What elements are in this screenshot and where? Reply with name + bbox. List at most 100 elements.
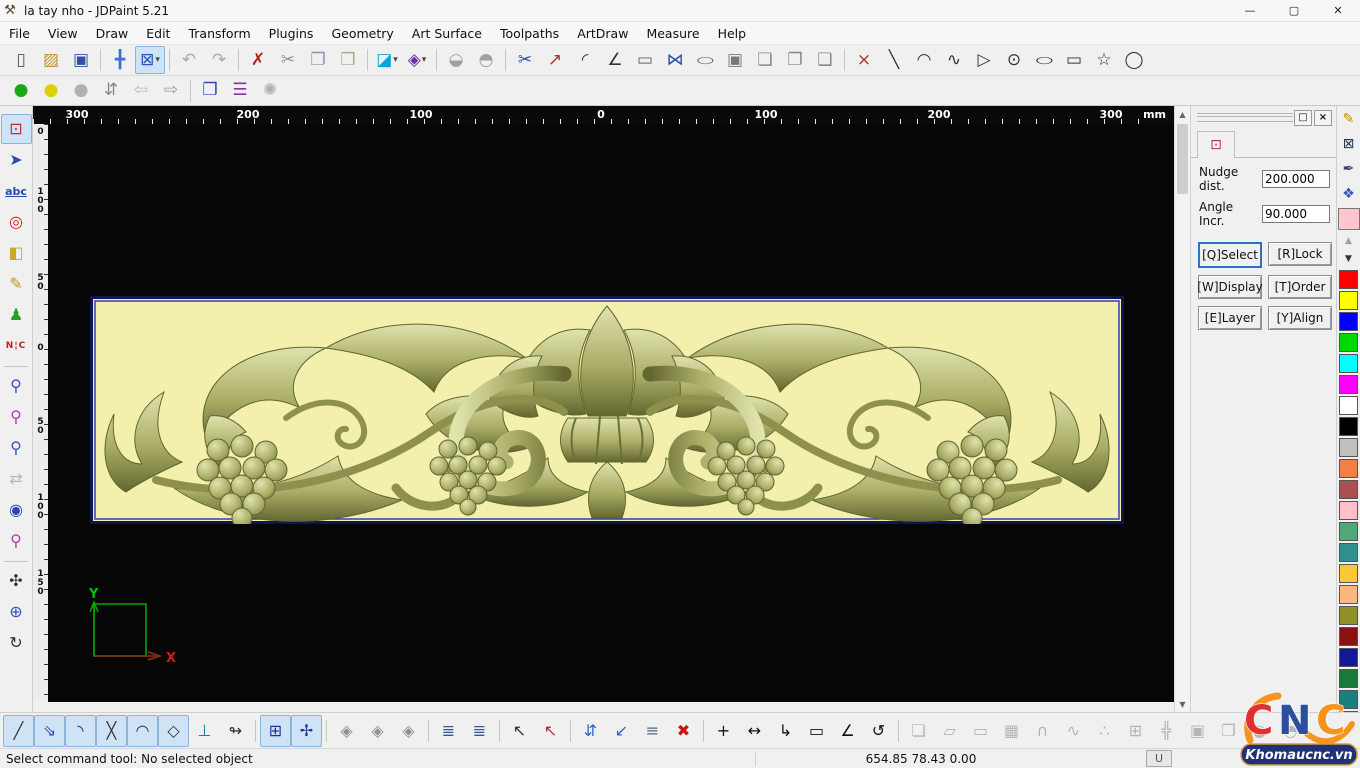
paste[interactable]: ❒ <box>333 46 363 74</box>
array-grid[interactable]: ▦ <box>996 715 1027 747</box>
workplane-xy[interactable]: ◈ <box>331 715 362 747</box>
project-to-bottom[interactable]: ≣ <box>433 715 464 747</box>
show-objects-eye[interactable]: ◉ <box>1 495 32 525</box>
panel-button-w-display[interactable]: [W]Display <box>1198 275 1262 299</box>
minimize-button[interactable]: — <box>1228 0 1272 21</box>
scrollbar-thumb[interactable] <box>1177 124 1188 194</box>
color-swatch-f8c838[interactable] <box>1339 564 1358 583</box>
copy-mirror[interactable]: ❐ <box>780 46 810 74</box>
color-swatch-000000[interactable] <box>1339 417 1358 436</box>
relief-modeling[interactable]: ♟ <box>1 300 32 330</box>
pick-add[interactable]: ↖ <box>504 715 535 747</box>
palette-scroll-down[interactable]: ▼ <box>1337 250 1360 268</box>
curve-properties[interactable]: ≡ <box>637 715 668 747</box>
copy[interactable]: ❐ <box>303 46 333 74</box>
menu-geometry[interactable]: Geometry <box>322 26 402 41</box>
light-highlight[interactable]: ● <box>36 77 66 105</box>
draw-polygon[interactable]: ◯ <box>1119 46 1149 74</box>
nav-forward[interactable]: ⇨ <box>156 77 186 105</box>
combine-curves[interactable]: ⋈ <box>660 46 690 74</box>
render-lamp[interactable]: ✺ <box>255 77 285 105</box>
view-3d[interactable]: ◈▾ <box>402 46 432 74</box>
color-swatch-ffc0cb[interactable] <box>1339 501 1358 520</box>
color-swatch-309090[interactable] <box>1339 543 1358 562</box>
array-path[interactable]: ∴ <box>1089 715 1120 747</box>
snap-center[interactable]: ◠ <box>127 715 158 747</box>
panel-button-t-order[interactable]: [T]Order <box>1268 275 1332 299</box>
attribute-manager[interactable]: ☰ <box>225 77 255 105</box>
nc-toolpath[interactable]: N¦C <box>1 331 32 361</box>
panel-close-button[interactable]: × <box>1314 110 1332 126</box>
design-canvas[interactable]: Y X <box>48 124 1174 702</box>
color-swatch-ffffff[interactable] <box>1339 396 1358 415</box>
pillow-relief[interactable]: ◓ <box>471 46 501 74</box>
draw-arc[interactable]: ◠ <box>909 46 939 74</box>
align-center[interactable]: ╬ <box>1151 715 1182 747</box>
color-swatch-f08048[interactable] <box>1339 459 1358 478</box>
menu-plugins[interactable]: Plugins <box>260 26 323 41</box>
open-file[interactable]: ▨ <box>36 46 66 74</box>
snap-foot[interactable]: ⊥ <box>189 715 220 747</box>
panel-restore-button[interactable]: □ <box>1294 110 1312 126</box>
zoom-ratio[interactable]: ⊕ <box>1 597 32 627</box>
pan-view[interactable]: ✣ <box>1 566 32 596</box>
palette-scroll-up[interactable]: ▲ <box>1337 232 1360 250</box>
light-on[interactable]: ● <box>6 77 36 105</box>
color-swatch-50a878[interactable] <box>1339 522 1358 541</box>
snap-cross[interactable]: ╳ <box>96 715 127 747</box>
panel-button-y-align[interactable]: [Y]Align <box>1268 306 1332 330</box>
snap-endpoint[interactable]: ╱ <box>3 715 34 747</box>
zoom-dynamic[interactable]: ⚲ <box>1 402 32 432</box>
layer-manager[interactable]: ❐ <box>195 77 225 105</box>
delete-object[interactable]: ✖ <box>668 715 699 747</box>
color-swatch-f8b880[interactable] <box>1339 585 1358 604</box>
nav-back[interactable]: ⇦ <box>126 77 156 105</box>
color-swatch-1a7838[interactable] <box>1339 669 1358 688</box>
menu-toolpaths[interactable]: Toolpaths <box>491 26 568 41</box>
color-swatch-0000ff[interactable] <box>1339 312 1358 331</box>
array-scale[interactable]: ▭ <box>965 715 996 747</box>
draw-rectangle[interactable]: ▭ <box>1059 46 1089 74</box>
scrollbar-down-button[interactable]: ▼ <box>1175 696 1190 712</box>
panel-button-r-lock[interactable]: [R]Lock <box>1268 242 1332 266</box>
angle-incr-input[interactable] <box>1262 205 1330 223</box>
panel-grip[interactable] <box>1197 113 1293 122</box>
draw-star[interactable]: ☆ <box>1089 46 1119 74</box>
edit-nodes[interactable]: ➤ <box>1 145 32 175</box>
swap-lights[interactable]: ⇵ <box>96 77 126 105</box>
measure-offset[interactable]: ↳ <box>770 715 801 747</box>
measure-bounds[interactable]: ▭ <box>801 715 832 747</box>
color-swatch-c0c0c0[interactable] <box>1339 438 1358 457</box>
scrollbar-up-button[interactable]: ▲ <box>1175 106 1190 122</box>
align-grid[interactable]: ⊞ <box>1120 715 1151 747</box>
close-button[interactable]: ✕ <box>1316 0 1360 21</box>
copy-translate[interactable]: ❏ <box>750 46 780 74</box>
copy-array[interactable]: ❑ <box>810 46 840 74</box>
project-to-top[interactable]: ≣ <box>464 715 495 747</box>
menu-draw[interactable]: Draw <box>87 26 138 41</box>
previous-view[interactable]: ⇄ <box>1 464 32 494</box>
select-objects[interactable]: ⊡ <box>1 114 32 144</box>
extend-curve[interactable]: ↗ <box>540 46 570 74</box>
zoom-window[interactable]: ⚲ <box>1 371 32 401</box>
menu-edit[interactable]: Edit <box>137 26 179 41</box>
edit-colors[interactable]: ❖ <box>1337 181 1360 206</box>
color-swatch-ff00ff[interactable] <box>1339 375 1358 394</box>
offset-contour[interactable]: ▣ <box>720 46 750 74</box>
color-swatch-ff0000[interactable] <box>1339 270 1358 289</box>
array-curve[interactable]: ∿ <box>1058 715 1089 747</box>
color-swatch-00d800[interactable] <box>1339 333 1358 352</box>
group-objects[interactable]: ▣ <box>1182 715 1213 747</box>
workplane-xz[interactable]: ◈ <box>362 715 393 747</box>
menu-artdraw[interactable]: ArtDraw <box>568 26 637 41</box>
undo[interactable]: ↶ <box>174 46 204 74</box>
pick-light[interactable]: ● <box>66 77 96 105</box>
color-swatch-a85050[interactable] <box>1339 480 1358 499</box>
draw-polyline[interactable]: ▷ <box>969 46 999 74</box>
color-swatch-909028[interactable] <box>1339 606 1358 625</box>
draw-spline[interactable]: ∿ <box>939 46 969 74</box>
draw-circle[interactable]: ⊙ <box>999 46 1029 74</box>
snap-grid[interactable]: ⊞ <box>260 715 291 747</box>
menu-art-surface[interactable]: Art Surface <box>403 26 491 41</box>
fill-style[interactable]: ⊠ <box>1337 131 1360 156</box>
